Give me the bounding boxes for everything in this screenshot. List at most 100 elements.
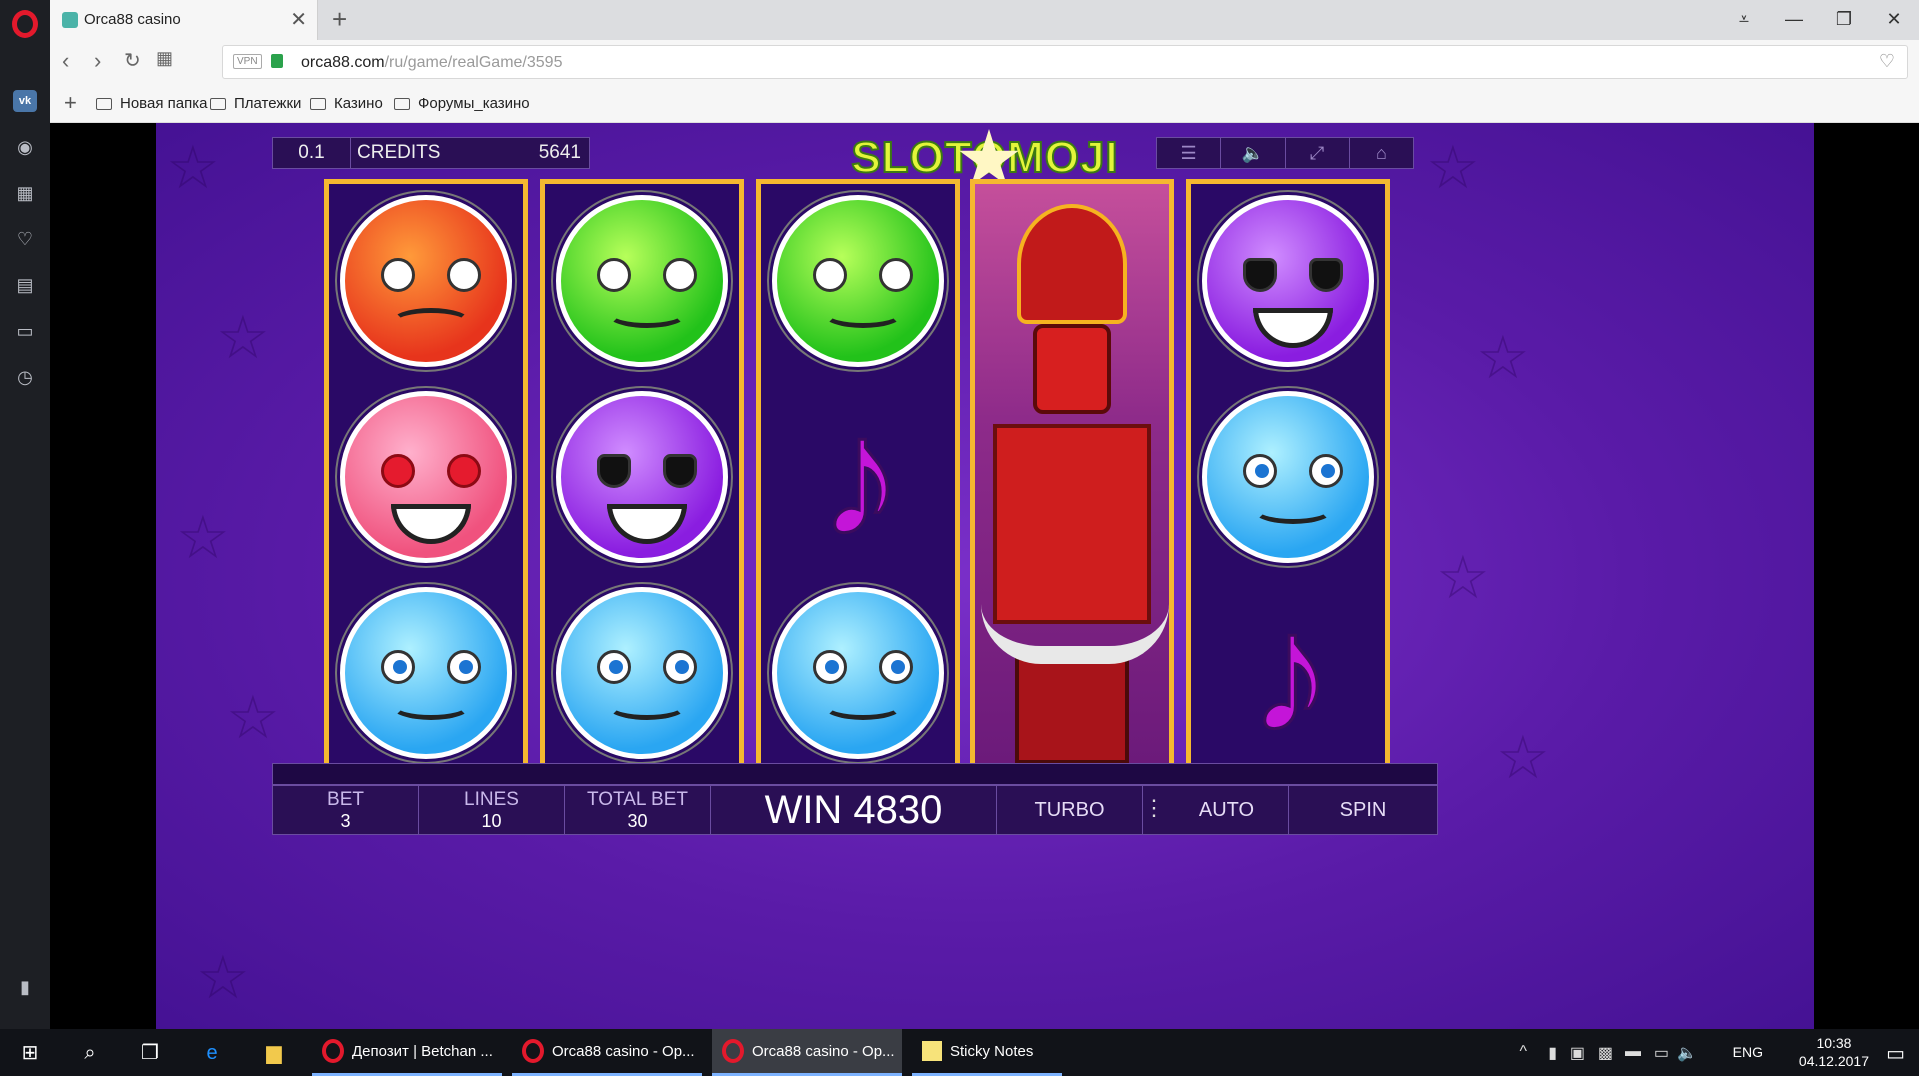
bookmark-folder[interactable]: Казино (310, 95, 383, 112)
window-controls: ⩡ — ❐ ✕ (1719, 0, 1919, 40)
sound-icon[interactable]: 🔈 (1221, 138, 1286, 168)
bg-star-icon: ☆ (226, 684, 280, 751)
opera-icon (322, 1039, 344, 1063)
new-tab-button[interactable]: + (332, 4, 347, 35)
minimize-icon[interactable]: — (1769, 0, 1819, 40)
language-indicator[interactable]: ENG (1733, 1044, 1763, 1060)
opera-icon (722, 1039, 744, 1063)
edge-icon[interactable]: e (200, 1041, 224, 1065)
bg-star-icon: ☆ (1476, 324, 1530, 391)
url-text[interactable]: orca88.com/ru/game/realGame/3595 (301, 54, 562, 72)
denomination[interactable]: 0.1 (273, 138, 351, 168)
bg-star-icon: ☆ (196, 944, 250, 1011)
heart-icon[interactable]: ♡ (13, 228, 37, 250)
sidebar-toggle-icon[interactable]: ▮ (13, 976, 37, 998)
message-strip (272, 763, 1438, 785)
browser-chrome: Orca88 casino ✕ + ⩡ — ❐ ✕ ‹ › ↻ ▦ VPN or… (50, 0, 1919, 123)
top-buttons: ☰ 🔈 ⤢ ⌂ (1156, 137, 1414, 169)
credits-value: 5641 (538, 142, 581, 163)
add-bookmark-icon[interactable]: + (64, 90, 77, 116)
bg-star-icon: ☆ (216, 304, 270, 371)
opera-logo-icon[interactable] (12, 10, 38, 38)
sick-emoji-icon (772, 195, 944, 367)
back-icon[interactable]: ‹ (62, 48, 69, 74)
notifications-icon[interactable]: ▭ (1886, 1041, 1905, 1066)
auto-button[interactable]: AUTO (1165, 786, 1289, 834)
fullscreen-icon[interactable]: ⤢ (1286, 138, 1350, 168)
network-icon[interactable]: ▭ (1654, 1043, 1669, 1063)
bet-control[interactable]: BET 3 (273, 786, 419, 834)
reload-icon[interactable]: ↻ (124, 48, 141, 73)
usb-icon[interactable]: ▮ (1548, 1043, 1557, 1063)
forward-icon[interactable]: › (94, 48, 101, 74)
news-icon[interactable]: ▤ (13, 274, 37, 296)
address-bar-row: ‹ › ↻ ▦ VPN orca88.com/ru/game/realGame/… (50, 40, 1919, 84)
history-icon[interactable]: ◷ (13, 366, 37, 388)
total-bet-display: TOTAL BET 30 (565, 786, 711, 834)
samurai-wild-icon (975, 184, 1169, 768)
vpn-badge[interactable]: VPN (233, 54, 262, 69)
tab-close-icon[interactable]: ✕ (290, 7, 307, 32)
menu-icon[interactable]: ☰ (1157, 138, 1222, 168)
sad-emoji-icon (772, 587, 944, 759)
win-display: WIN 4830 (711, 786, 997, 834)
sticky-notes-icon (922, 1041, 942, 1061)
heart-eyes-emoji-icon (340, 391, 512, 563)
file-explorer-icon[interactable]: ▆ (262, 1041, 286, 1065)
bookmark-folder[interactable]: Новая папка (96, 95, 207, 112)
music-note-icon: ♪ (1247, 578, 1335, 768)
task-view-icon[interactable]: ❐ (138, 1041, 162, 1065)
folder-icon (96, 97, 112, 110)
bg-star-icon: ☆ (1496, 724, 1550, 791)
more-options-icon[interactable]: ⋮ (1143, 786, 1165, 834)
reel-1 (324, 179, 528, 773)
tab-menu-icon[interactable]: ⩡ (1719, 0, 1769, 40)
clock[interactable]: 10:38 04.12.2017 (1799, 1034, 1869, 1070)
tabs-grid-icon[interactable]: ▦ (156, 48, 173, 69)
sick-emoji-icon (556, 195, 728, 367)
speed-dial-icon[interactable]: ▦ (13, 182, 37, 204)
tab-orca88[interactable]: Orca88 casino ✕ (50, 0, 318, 40)
angry-emoji-icon (340, 195, 512, 367)
vk-icon[interactable]: vk (13, 90, 37, 112)
bg-star-icon: ☆ (166, 134, 220, 201)
taskbar-app-active[interactable]: Orca88 casino - Op... (712, 1029, 902, 1076)
lines-control[interactable]: LINES 10 (419, 786, 565, 834)
bookmark-heart-icon[interactable]: ♡ (1879, 51, 1895, 72)
windows-start-icon[interactable]: ⊞ (18, 1041, 42, 1065)
tray-overflow-icon[interactable]: ^ (1519, 1043, 1527, 1061)
favicon-icon (62, 12, 78, 28)
address-field[interactable]: VPN orca88.com/ru/game/realGame/3595 ♡ (222, 45, 1908, 79)
bookmark-folder[interactable]: Платежки (210, 95, 301, 112)
control-panel: BET 3 LINES 10 TOTAL BET 30 WIN 4830 TUR… (272, 785, 1438, 835)
sync-icon[interactable]: ▭ (13, 320, 37, 342)
credits-label: CREDITS (357, 142, 441, 163)
taskbar-app[interactable]: Orca88 casino - Op... (512, 1029, 702, 1076)
spin-button[interactable]: SPIN (1289, 786, 1437, 834)
app-tray-icon[interactable]: ▣ (1570, 1043, 1585, 1063)
home-icon[interactable]: ⌂ (1350, 138, 1413, 168)
bookmark-folder[interactable]: Форумы_казино (394, 95, 530, 112)
bookmarks-bar: + Новая папка Платежки Казино Форумы_каз… (50, 84, 1919, 123)
volume-icon[interactable]: 🔈 (1677, 1043, 1697, 1063)
bg-star-icon: ☆ (176, 504, 230, 571)
slot-game[interactable]: ☆ ☆ ☆ ☆ ☆ ☆ ☆ ☆ ☆ 0.1 CREDITS 5641 SLOTO… (156, 123, 1814, 1029)
taskbar-app[interactable]: Депозит | Betchan ... (312, 1029, 502, 1076)
folder-icon (310, 97, 326, 110)
turbo-button[interactable]: TURBO (997, 786, 1143, 834)
tab-bar: Orca88 casino ✕ + ⩡ — ❐ ✕ (50, 0, 1919, 40)
search-icon[interactable]: ⌕ (78, 1041, 102, 1065)
taskbar-app[interactable]: Sticky Notes (912, 1029, 1062, 1076)
lock-icon[interactable] (271, 54, 283, 68)
camera-icon[interactable]: ◉ (13, 136, 37, 158)
sad-emoji-icon (340, 587, 512, 759)
nvidia-icon[interactable]: ▩ (1598, 1043, 1613, 1063)
bg-star-icon: ☆ (1426, 134, 1480, 201)
windows-taskbar: ⊞ ⌕ ❐ e ▆ Депозит | Betchan ... Orca88 c… (0, 1029, 1919, 1076)
battery-icon[interactable]: ▬ (1625, 1043, 1641, 1061)
folder-icon (394, 97, 410, 110)
close-window-icon[interactable]: ✕ (1869, 0, 1919, 40)
folder-icon (210, 97, 226, 110)
reel-3: ♪ (756, 179, 960, 773)
restore-icon[interactable]: ❐ (1819, 0, 1869, 40)
